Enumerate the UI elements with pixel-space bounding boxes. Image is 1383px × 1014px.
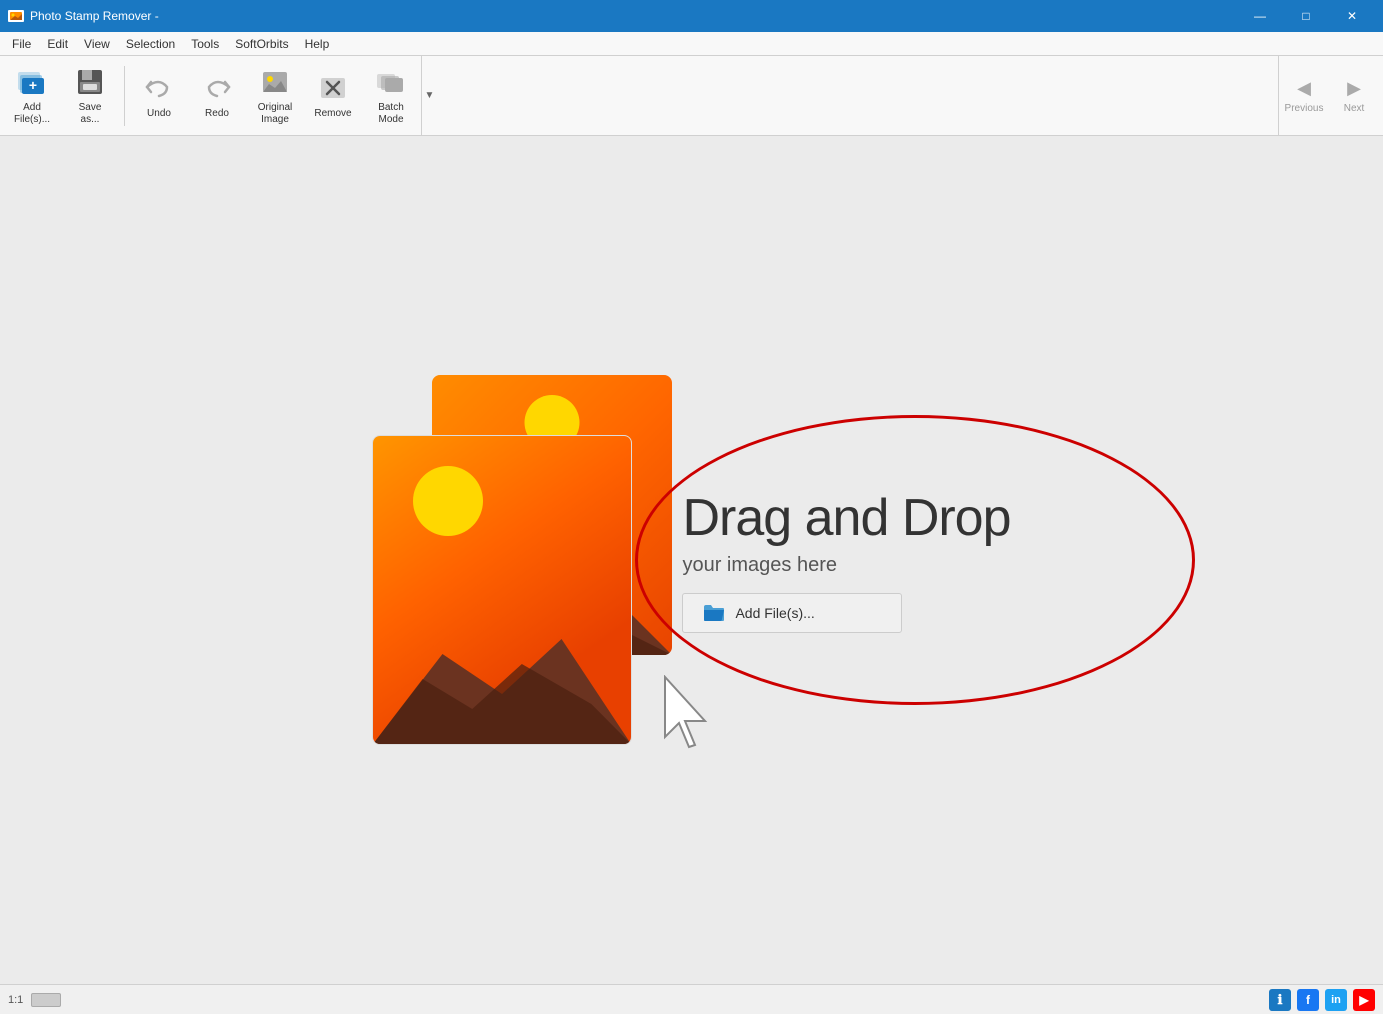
add-files-icon: + — [16, 66, 48, 98]
menu-edit[interactable]: Edit — [39, 32, 76, 56]
youtube-button[interactable]: ▶ — [1353, 989, 1375, 1011]
toolbar-expand-button[interactable]: ▼ — [421, 56, 437, 136]
image-stack — [372, 375, 662, 745]
cursor-icon — [657, 675, 722, 755]
maximize-button[interactable]: □ — [1283, 0, 1329, 32]
batch-mode-label: BatchMode — [378, 102, 404, 126]
save-as-label: Saveas... — [79, 102, 102, 126]
redo-button[interactable]: Redo — [189, 61, 245, 131]
original-image-label: OriginalImage — [258, 102, 292, 126]
status-bar: 1:1 ℹ f in ▶ — [0, 984, 1383, 1014]
toolbar: + AddFile(s)... Saveas... — [0, 56, 1383, 136]
original-image-button[interactable]: OriginalImage — [247, 61, 303, 131]
remove-label: Remove — [314, 108, 351, 120]
sun-front — [413, 466, 483, 536]
menu-softorbits[interactable]: SoftOrbits — [227, 32, 296, 56]
title-bar-left: Photo Stamp Remover - — [8, 8, 159, 24]
remove-icon — [317, 72, 349, 104]
remove-button[interactable]: Remove — [305, 61, 361, 131]
undo-button[interactable]: Undo — [131, 61, 187, 131]
zoom-level: 1:1 — [8, 994, 23, 1006]
zoom-fit-button[interactable] — [31, 993, 61, 1007]
redo-icon — [201, 72, 233, 104]
save-as-button[interactable]: Saveas... — [62, 61, 118, 131]
next-label: Next — [1344, 103, 1365, 114]
previous-button[interactable]: ◀ Previous — [1279, 56, 1329, 136]
title-bar-controls: — □ ✕ — [1237, 0, 1375, 32]
drop-title: Drag and Drop — [682, 488, 1010, 548]
status-left: 1:1 — [8, 993, 61, 1007]
previous-label: Previous — [1285, 103, 1324, 114]
toolbar-sep-1 — [124, 66, 125, 126]
drop-text-area: Drag and Drop your images here Add File(… — [682, 488, 1010, 633]
undo-icon — [143, 72, 175, 104]
batch-mode-button[interactable]: BatchMode — [363, 61, 419, 131]
mountain-front-svg — [373, 614, 631, 744]
add-files-drop-label: Add File(s)... — [735, 605, 814, 621]
toolbar-right: ◀ Previous ▶ Next — [1278, 56, 1379, 136]
title-bar: Photo Stamp Remover - — □ ✕ — [0, 0, 1383, 32]
info-button[interactable]: ℹ — [1269, 989, 1291, 1011]
next-arrow: ▶ — [1347, 78, 1361, 99]
menu-help[interactable]: Help — [297, 32, 338, 56]
undo-label: Undo — [147, 108, 171, 120]
drop-zone-container: Drag and Drop your images here Add File(… — [372, 375, 1010, 745]
close-button[interactable]: ✕ — [1329, 0, 1375, 32]
menu-tools[interactable]: Tools — [183, 32, 227, 56]
app-title: Photo Stamp Remover - — [30, 9, 159, 23]
svg-text:+: + — [29, 77, 37, 93]
menu-file[interactable]: File — [4, 32, 39, 56]
image-card-front-inner — [373, 436, 631, 744]
minimize-button[interactable]: — — [1237, 0, 1283, 32]
add-files-label: AddFile(s)... — [14, 102, 50, 126]
menu-view[interactable]: View — [76, 32, 118, 56]
previous-arrow: ◀ — [1297, 78, 1311, 99]
folder-icon — [703, 604, 725, 622]
add-files-button[interactable]: + AddFile(s)... — [4, 61, 60, 131]
app-icon — [8, 8, 24, 24]
toolbar-group-main: + AddFile(s)... Saveas... — [4, 56, 437, 136]
add-files-drop-button[interactable]: Add File(s)... — [682, 593, 902, 633]
drop-subtitle: your images here — [682, 554, 837, 577]
image-card-front — [372, 435, 632, 745]
main-content: Drag and Drop your images here Add File(… — [0, 136, 1383, 984]
status-right: ℹ f in ▶ — [1269, 989, 1375, 1011]
twitter-button[interactable]: in — [1325, 989, 1347, 1011]
original-icon — [259, 66, 291, 98]
menu-selection[interactable]: Selection — [118, 32, 183, 56]
redo-label: Redo — [205, 108, 229, 120]
facebook-button[interactable]: f — [1297, 989, 1319, 1011]
menu-bar: File Edit View Selection Tools SoftOrbit… — [0, 32, 1383, 56]
save-icon — [74, 66, 106, 98]
next-button[interactable]: ▶ Next — [1329, 56, 1379, 136]
batch-icon — [375, 66, 407, 98]
